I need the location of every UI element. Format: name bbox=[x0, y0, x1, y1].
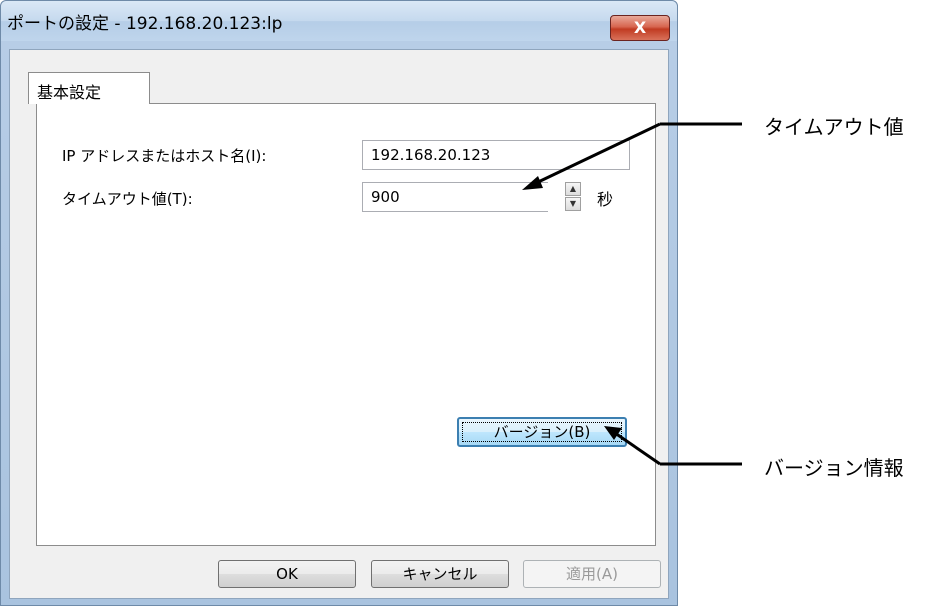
annotation-arrows bbox=[522, 122, 742, 466]
version-callout-arrow bbox=[604, 426, 742, 466]
timeout-callout-arrow bbox=[522, 122, 742, 190]
